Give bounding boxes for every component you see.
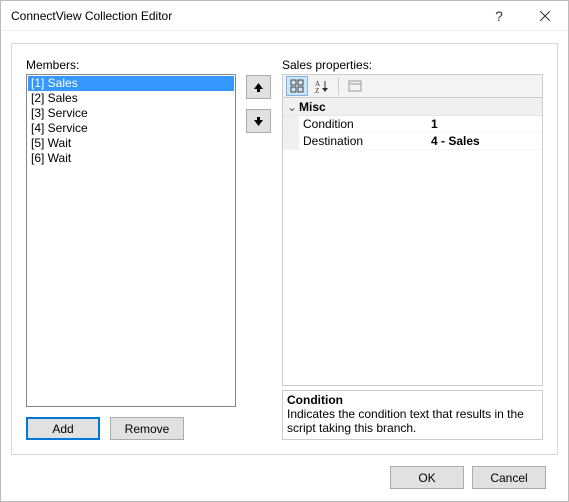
close-button[interactable] bbox=[522, 1, 568, 31]
description-text: Indicates the condition text that result… bbox=[287, 407, 538, 435]
move-up-button[interactable] bbox=[246, 75, 271, 99]
dialog-content: Members: [1] Sales[2] Sales[3] Service[4… bbox=[1, 31, 568, 501]
property-gutter bbox=[283, 133, 299, 149]
property-row[interactable]: Condition1 bbox=[283, 116, 542, 133]
property-gutter bbox=[283, 116, 299, 132]
help-button[interactable]: ? bbox=[476, 1, 522, 31]
property-row[interactable]: Destination4 - Sales bbox=[283, 133, 542, 150]
property-name: Destination bbox=[299, 133, 427, 149]
members-label: Members: bbox=[26, 58, 236, 72]
category-row[interactable]: ⌄ Misc bbox=[283, 98, 542, 116]
property-value[interactable]: 4 - Sales bbox=[427, 133, 542, 149]
description-name: Condition bbox=[287, 393, 538, 407]
members-listbox[interactable]: [1] Sales[2] Sales[3] Service[4] Service… bbox=[26, 74, 236, 407]
list-item[interactable]: [2] Sales bbox=[28, 91, 234, 106]
window-title: ConnectView Collection Editor bbox=[11, 9, 476, 23]
list-item[interactable]: [4] Service bbox=[28, 121, 234, 136]
property-name: Condition bbox=[299, 116, 427, 132]
list-item[interactable]: [3] Service bbox=[28, 106, 234, 121]
property-pages-button[interactable] bbox=[344, 76, 366, 96]
list-item[interactable]: [6] Wait bbox=[28, 151, 234, 166]
property-value[interactable]: 1 bbox=[427, 116, 542, 132]
categorized-view-button[interactable] bbox=[286, 76, 308, 96]
arrow-up-icon bbox=[253, 82, 264, 93]
toolbar-separator bbox=[338, 77, 339, 95]
property-pages-icon bbox=[348, 79, 362, 93]
remove-button[interactable]: Remove bbox=[110, 417, 184, 440]
arrow-down-icon bbox=[253, 116, 264, 127]
close-icon bbox=[540, 11, 550, 21]
add-button[interactable]: Add bbox=[26, 417, 100, 440]
move-down-button[interactable] bbox=[246, 109, 271, 133]
category-label: Misc bbox=[299, 100, 326, 114]
alphabetical-view-button[interactable]: A Z bbox=[311, 76, 333, 96]
properties-label: Sales properties: bbox=[282, 58, 543, 72]
svg-text:Z: Z bbox=[315, 87, 319, 93]
chevron-down-icon[interactable]: ⌄ bbox=[285, 100, 299, 114]
property-grid[interactable]: ⌄ Misc Condition1Destination4 - Sales bbox=[282, 98, 543, 386]
property-grid-toolbar: A Z bbox=[282, 74, 543, 98]
list-item[interactable]: [5] Wait bbox=[28, 136, 234, 151]
description-pane: Condition Indicates the condition text t… bbox=[282, 390, 543, 440]
ok-button[interactable]: OK bbox=[390, 466, 464, 489]
cancel-button[interactable]: Cancel bbox=[472, 466, 546, 489]
list-item[interactable]: [1] Sales bbox=[28, 76, 234, 91]
titlebar: ConnectView Collection Editor ? bbox=[1, 1, 568, 31]
alphabetical-icon: A Z bbox=[315, 79, 329, 93]
dialog-window: ConnectView Collection Editor ? Members:… bbox=[0, 0, 569, 502]
inner-frame: Members: [1] Sales[2] Sales[3] Service[4… bbox=[11, 43, 558, 455]
help-icon: ? bbox=[495, 8, 503, 24]
categorized-icon bbox=[290, 79, 304, 93]
